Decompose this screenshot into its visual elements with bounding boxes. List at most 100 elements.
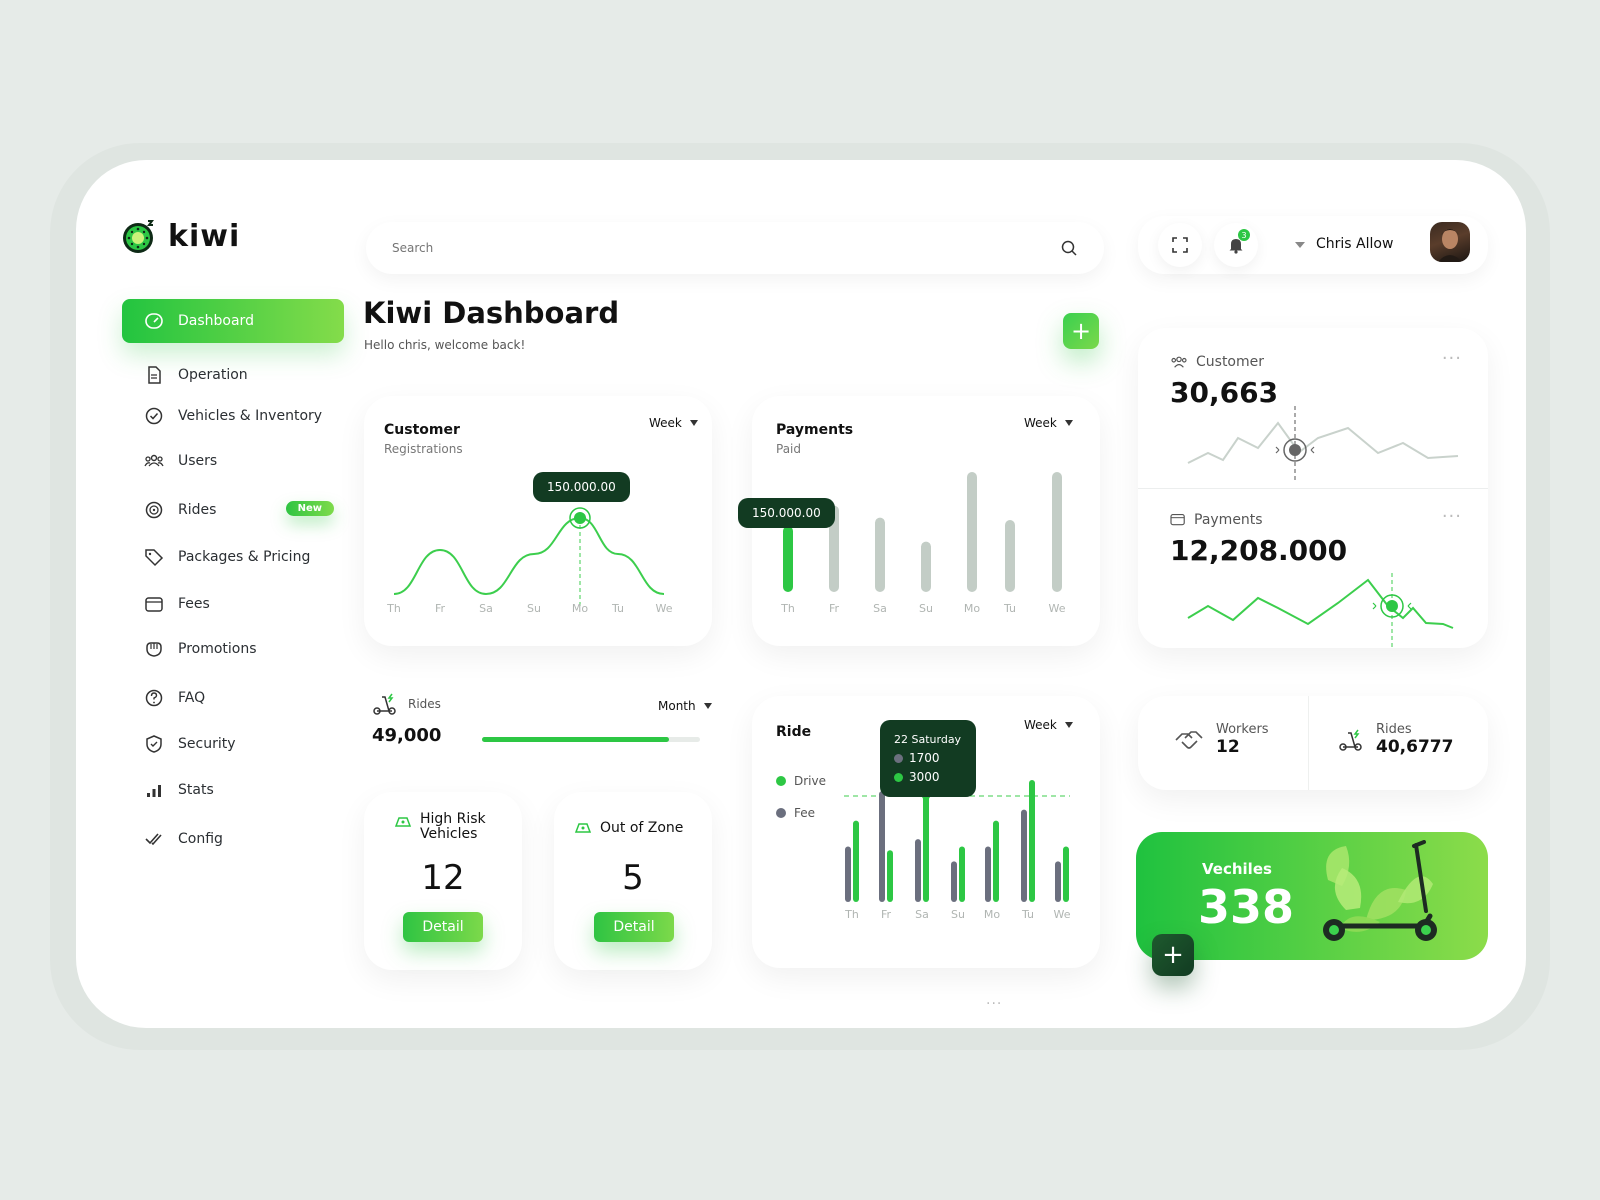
- x-tick-label: Sa: [479, 602, 493, 615]
- sidebar-item-vehicles[interactable]: Vehicles & Inventory: [122, 394, 344, 438]
- ride-tooltip: 22 Saturday 1700 3000: [880, 720, 976, 797]
- x-tick-label: Th: [386, 602, 401, 615]
- sidebar-item-label: Security: [178, 736, 236, 752]
- search-icon[interactable]: [1060, 239, 1078, 257]
- bar-fee[interactable]: [951, 861, 957, 902]
- bar-drive[interactable]: [853, 820, 859, 902]
- out-of-zone-detail-button[interactable]: Detail: [594, 912, 674, 942]
- rides-stat-value: 40,6777: [1376, 737, 1454, 757]
- bar-fee[interactable]: [1055, 861, 1061, 902]
- add-button[interactable]: +: [1063, 313, 1099, 349]
- card-title: Customer: [384, 422, 460, 438]
- card-title: Payments: [776, 422, 854, 438]
- notifications-button[interactable]: 3: [1214, 223, 1258, 267]
- sidebar-item-label: Fees: [178, 596, 210, 612]
- bar[interactable]: [875, 517, 885, 592]
- x-tick-label: Fr: [829, 602, 840, 615]
- x-tick-label: Th: [780, 602, 795, 615]
- brand-logo[interactable]: kiwi: [122, 218, 240, 254]
- more-options-icon[interactable]: ···: [1442, 348, 1462, 369]
- avatar[interactable]: [1430, 222, 1470, 262]
- warning-car-icon: [394, 817, 412, 827]
- x-tick-label: We: [1049, 602, 1066, 615]
- workers-value: 12: [1216, 737, 1240, 757]
- card-title: High Risk Vehicles: [420, 811, 486, 842]
- sidebar-item-stats[interactable]: Stats: [122, 768, 344, 812]
- document-icon: [148, 366, 161, 384]
- period-label: Week: [649, 416, 682, 430]
- period-label: Week: [1024, 416, 1057, 430]
- scooter-leaves-illustration: [1323, 840, 1437, 941]
- wallet-icon: [1170, 513, 1185, 526]
- sidebar-item-operation[interactable]: Operation: [122, 353, 344, 397]
- x-tick-label: Mo: [572, 602, 588, 615]
- bar-drive[interactable]: [887, 850, 893, 902]
- sidebar-item-label: FAQ: [178, 690, 206, 706]
- summary-payments-label: Payments: [1170, 512, 1263, 528]
- more-dots-icon: ···: [986, 996, 1003, 1012]
- bar[interactable]: [1005, 520, 1015, 592]
- bar-fee[interactable]: [879, 791, 885, 902]
- high-risk-detail-button[interactable]: Detail: [403, 912, 483, 942]
- customer-registrations-card: Customer Registrations Week Th Fr Sa Su Mo Tu…: [364, 396, 712, 646]
- bar-fee[interactable]: [915, 839, 921, 902]
- add-vehicle-button[interactable]: +: [1152, 934, 1194, 976]
- payments-total: 12,208.000: [1170, 534, 1348, 567]
- search-bar: [366, 222, 1104, 274]
- bar-drive[interactable]: [1029, 780, 1035, 902]
- rides-total: 49,000: [372, 725, 442, 746]
- bar[interactable]: [1052, 472, 1062, 592]
- period-dropdown[interactable]: Week: [1024, 416, 1073, 430]
- payments-paid-card: Payments Paid Week Th Fr Sa Su Mo Tu We 150.00…: [738, 396, 1100, 646]
- x-tick-label: We: [656, 602, 673, 615]
- warning-car-icon: [574, 823, 592, 833]
- bar-fee[interactable]: [985, 846, 991, 902]
- chevron-down-icon: [1064, 420, 1073, 426]
- sidebar-item-packages[interactable]: Packages & Pricing: [122, 535, 344, 579]
- sidebar-item-dashboard[interactable]: Dashboard: [122, 299, 344, 343]
- double-check-icon: [145, 833, 162, 846]
- sidebar-item-security[interactable]: Security: [122, 722, 344, 766]
- high-risk-count: 12: [421, 858, 465, 898]
- plus-icon: +: [1162, 940, 1184, 970]
- bar[interactable]: [921, 541, 931, 592]
- sidebar-item-config[interactable]: Config: [122, 817, 344, 861]
- sidebar-item-fees[interactable]: Fees: [122, 582, 344, 626]
- ride-chart-card: Ride Week Drive Fee Th Fr Sa Su Mo Tu We 22 Sa…: [752, 696, 1100, 968]
- label-text: Customer: [1196, 354, 1265, 370]
- sidebar-item-promotions[interactable]: Promotions: [122, 627, 344, 671]
- chevron-down-icon: [703, 703, 712, 709]
- series-line: [393, 516, 665, 596]
- rides-stat: Rides 40,6777: [1338, 722, 1453, 757]
- bar-drive[interactable]: [959, 846, 965, 902]
- wallet-icon: [145, 597, 163, 612]
- fullscreen-button[interactable]: [1158, 223, 1202, 267]
- data-point[interactable]: [574, 512, 586, 524]
- sidebar-item-faq[interactable]: FAQ: [122, 676, 344, 720]
- chevron-down-icon[interactable]: [1295, 242, 1305, 248]
- tooltip-drive: 3000: [909, 770, 940, 784]
- card-subtitle: Registrations: [384, 442, 463, 456]
- rides-label: Rides: [408, 697, 441, 711]
- bar-drive[interactable]: [1063, 846, 1069, 902]
- user-name[interactable]: Chris Allow: [1316, 236, 1393, 252]
- card-title: Out of Zone: [600, 820, 684, 836]
- rides-period-dropdown[interactable]: Month: [658, 699, 712, 713]
- sidebar-item-label: Vehicles & Inventory: [178, 408, 323, 424]
- bar[interactable]: [783, 526, 793, 592]
- bar[interactable]: [967, 472, 977, 592]
- kiwi-logo-icon: [123, 220, 154, 253]
- bar-drive[interactable]: [993, 820, 999, 902]
- sidebar-item-rides[interactable]: Rides New: [122, 488, 344, 532]
- sidebar-item-label: Promotions: [178, 641, 257, 657]
- x-tick-label: Tu: [1003, 602, 1016, 615]
- plus-icon: +: [1070, 317, 1092, 345]
- bar-drive[interactable]: [923, 791, 929, 902]
- sidebar-item-users[interactable]: Users: [122, 439, 344, 483]
- sidebar-item-label: Packages & Pricing: [178, 549, 311, 565]
- more-options-icon[interactable]: ···: [1442, 506, 1462, 527]
- search-input[interactable]: [392, 241, 1060, 255]
- bar-fee[interactable]: [845, 846, 851, 902]
- bar-fee[interactable]: [1021, 809, 1027, 902]
- period-dropdown[interactable]: Week: [649, 416, 698, 430]
